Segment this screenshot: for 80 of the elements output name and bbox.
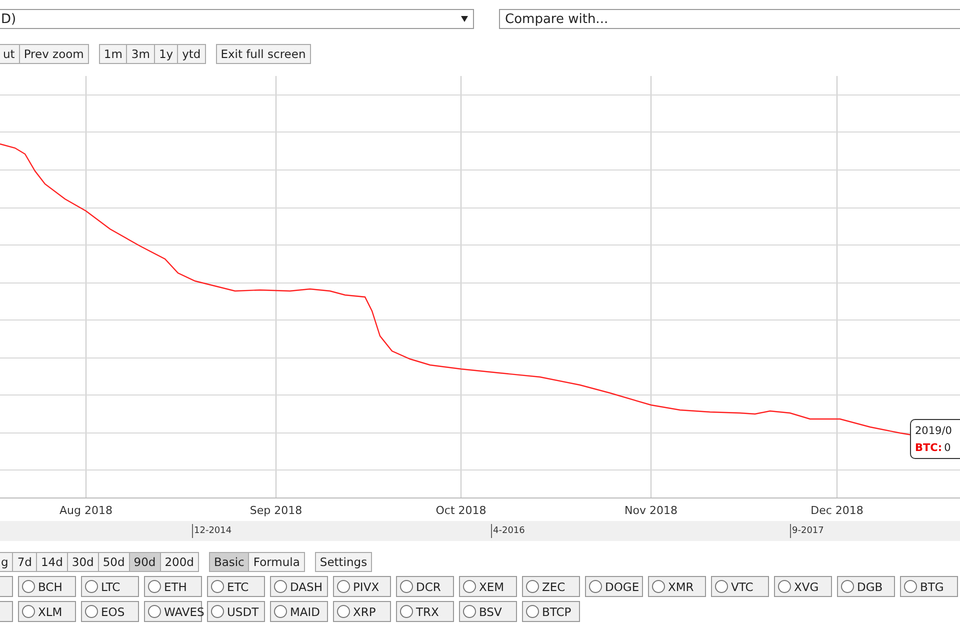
coin-toggle[interactable]: BTCP <box>522 601 580 622</box>
radio-icon <box>22 605 35 618</box>
range-button[interactable]: 30d <box>68 552 99 572</box>
range-button[interactable]: 14d <box>36 552 68 572</box>
caret-icon <box>461 16 468 22</box>
radio-icon <box>22 580 35 593</box>
axis-label: Nov 2018 <box>624 504 678 517</box>
coin-toggle[interactable]: EOS <box>81 601 139 622</box>
coin-toggle[interactable]: XLM <box>18 601 76 622</box>
coin-toggle[interactable]: TRX <box>396 601 454 622</box>
coin-toggle[interactable]: XMR <box>648 576 706 597</box>
radio-icon <box>904 580 917 593</box>
coin-toggle[interactable]: VTC <box>711 576 769 597</box>
radio-icon <box>526 580 539 593</box>
tooltip-value: 0 <box>944 441 951 456</box>
pair-select[interactable]: D) <box>0 9 474 29</box>
settings-button[interactable]: Settings <box>314 552 372 572</box>
radio-icon <box>400 580 413 593</box>
radio-icon <box>715 580 728 593</box>
range-button[interactable]: 7d <box>13 552 37 572</box>
coin-toggle[interactable]: DCR <box>396 576 454 597</box>
axis-label: Sep 2018 <box>250 504 302 517</box>
coin-toggle[interactable]: DASH <box>270 576 328 597</box>
coin-toggle[interactable]: PIVX <box>333 576 391 597</box>
coin-toggle[interactable]: XEM <box>459 576 517 597</box>
radio-icon <box>85 580 98 593</box>
range-button[interactable]: g <box>0 552 14 572</box>
period-button[interactable]: 1y <box>154 44 178 64</box>
coin-toggle[interactable]: DGB <box>837 576 895 597</box>
coin-toggle[interactable]: ETH <box>144 576 202 597</box>
radio-icon <box>400 605 413 618</box>
radio-icon <box>841 580 854 593</box>
radio-icon <box>463 605 476 618</box>
radio-icon <box>778 580 791 593</box>
coin-toggle[interactable]: WAVES <box>144 601 202 622</box>
radio-icon <box>337 580 350 593</box>
radio-icon <box>274 580 287 593</box>
coin-toggle[interactable]: DOGE <box>585 576 643 597</box>
radio-icon <box>526 605 539 618</box>
radio-icon <box>274 605 287 618</box>
axis-label: Dec 2018 <box>810 504 864 517</box>
coin-toggle[interactable]: MAID <box>270 601 328 622</box>
mode-button[interactable]: Basic <box>208 552 250 572</box>
period-button[interactable]: 3m <box>127 44 155 64</box>
range-button[interactable]: 200d <box>160 552 199 572</box>
coin-toggle[interactable]: BTG <box>900 576 958 597</box>
radio-icon <box>589 580 602 593</box>
radio-icon <box>463 580 476 593</box>
axis-label: Aug 2018 <box>60 504 112 517</box>
coin-toggle[interactable]: ZEC <box>522 576 580 597</box>
range-button[interactable]: 90d <box>130 552 161 572</box>
radio-icon <box>652 580 665 593</box>
zoom-button[interactable]: Prev zoom <box>20 44 89 64</box>
period-button[interactable]: 1m <box>98 44 128 64</box>
coin-toggle[interactable]: BSV <box>459 601 517 622</box>
coin-toggle[interactable]: USDT <box>207 601 265 622</box>
navigator-label: 12-2014 <box>192 524 232 538</box>
navigator-bar[interactable]: 12-2014 4-2016 9-2017 <box>0 521 960 541</box>
radio-icon <box>148 580 161 593</box>
tooltip-series: BTC: <box>915 441 942 456</box>
radio-icon <box>148 605 161 618</box>
coin-toggle[interactable]: BCH <box>18 576 76 597</box>
navigator-label: 9-2017 <box>790 524 824 538</box>
axis-label: Oct 2018 <box>436 504 486 517</box>
navigator-label: 4-2016 <box>491 524 525 538</box>
range-button[interactable]: 50d <box>98 552 130 572</box>
exit-fullscreen-button[interactable]: Exit full screen <box>216 44 311 64</box>
radio-icon <box>211 605 224 618</box>
radio-icon <box>211 580 224 593</box>
coin-toggle[interactable]: XRP <box>333 601 391 622</box>
compare-select[interactable]: Compare with... <box>499 9 960 29</box>
mode-button[interactable]: Formula <box>249 552 305 572</box>
zoom-button[interactable]: ut <box>0 44 20 64</box>
radio-icon <box>337 605 350 618</box>
coin-toggle[interactable]: ETC <box>207 576 265 597</box>
coin-toggle[interactable]: LTC <box>81 576 139 597</box>
period-button[interactable]: ytd <box>178 44 206 64</box>
coin-toggle[interactable]: XVG <box>774 576 832 597</box>
radio-icon <box>85 605 98 618</box>
tooltip-date: 2019/0 <box>915 424 952 439</box>
